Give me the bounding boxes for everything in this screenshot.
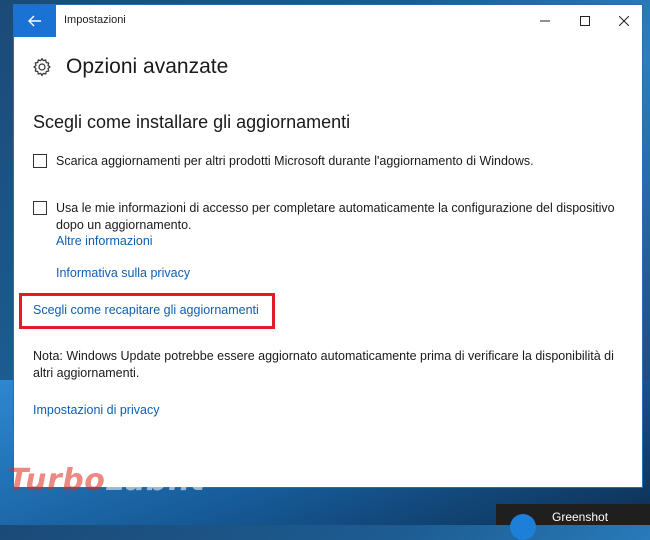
option-other-products[interactable]: Scarica aggiornamenti per altri prodotti… (33, 153, 623, 170)
minimize-button[interactable] (523, 5, 567, 37)
checkbox-other-products[interactable] (33, 154, 47, 168)
gear-icon (33, 57, 51, 77)
note-text: Nota: Windows Update potrebbe essere agg… (33, 349, 614, 380)
link-choose-delivery[interactable]: Scegli come recapitare gli aggiornamenti (33, 303, 259, 317)
section-title: Scegli come installare gli aggiornamenti (33, 112, 351, 132)
back-arrow-icon (28, 15, 41, 27)
option-other-products-label: Scarica aggiornamenti per altri prodotti… (56, 154, 534, 168)
page-title: Opzioni avanzate (66, 55, 229, 78)
maximize-icon (580, 16, 590, 26)
taskbar-greenshot[interactable]: Greenshot (496, 504, 650, 540)
watermark-part1: Turbo (8, 463, 106, 498)
option-sign-in-info[interactable]: Usa le mie informazioni di accesso per c… (33, 200, 623, 234)
watermark-logo: TurboLab.it (8, 463, 205, 498)
taskbar-app-label: Greenshot (552, 510, 609, 524)
greenshot-icon (510, 514, 536, 540)
link-privacy-statement[interactable]: Informativa sulla privacy (56, 266, 190, 280)
option-sign-in-info-label: Usa le mie informazioni di accesso per c… (56, 201, 615, 232)
link-privacy-settings[interactable]: Impostazioni di privacy (33, 403, 159, 417)
title-bar: Impostazioni (14, 5, 642, 37)
settings-window: Impostazioni Opzioni avanzate Scegli com… (13, 4, 643, 488)
close-icon (619, 16, 629, 26)
page-header: Opzioni avanzate (32, 55, 228, 79)
watermark-part2: Lab.it (105, 463, 206, 498)
minimize-icon (540, 20, 550, 22)
maximize-button[interactable] (563, 5, 607, 37)
close-button[interactable] (602, 5, 642, 37)
window-title: Impostazioni (64, 14, 126, 26)
checkbox-sign-in-info[interactable] (33, 201, 47, 215)
link-more-info[interactable]: Altre informazioni (56, 234, 153, 248)
back-button[interactable] (14, 5, 56, 37)
